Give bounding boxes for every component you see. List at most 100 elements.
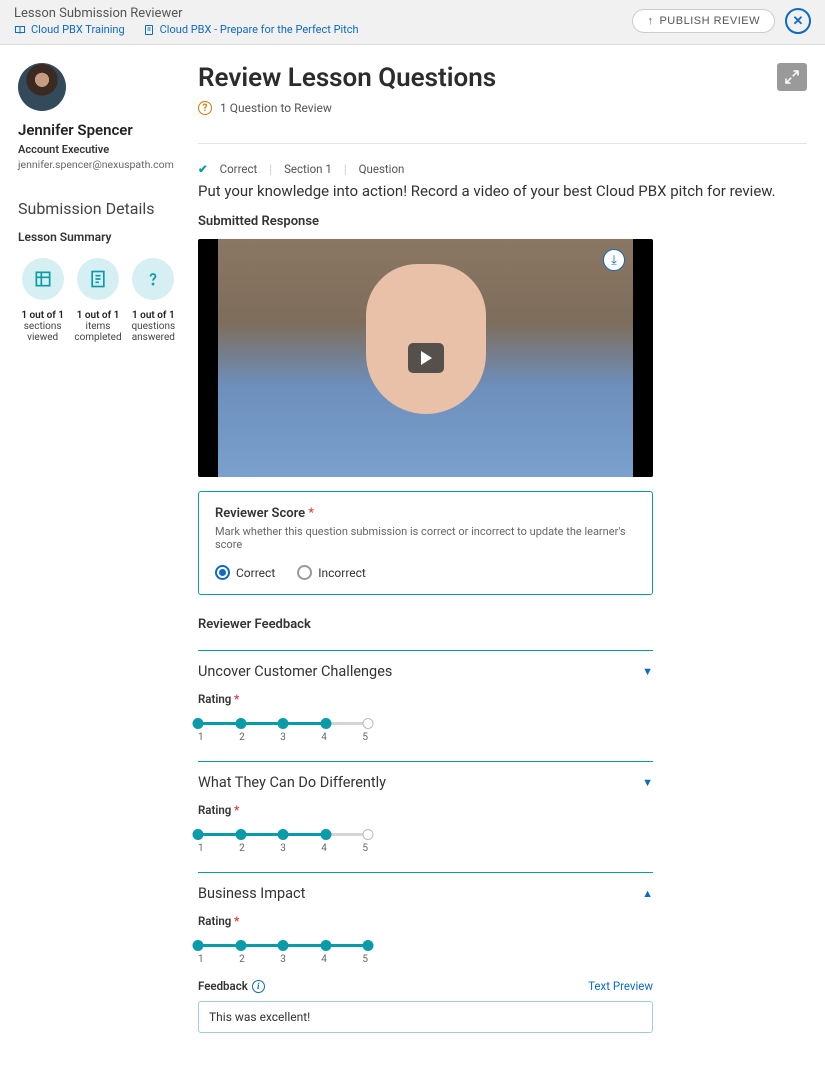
stat-label: completed [73,332,122,343]
radio-icon [297,565,312,580]
stat-label: answered [129,332,178,343]
info-icon[interactable]: i [252,980,265,993]
questions-to-review: ? 1 Question to Review [198,101,496,115]
feedback-label-text: Feedback [198,979,248,993]
tick-label: 3 [280,954,286,965]
tick-label: 1 [198,843,204,854]
download-button[interactable]: ⤓ [603,249,625,271]
feedback-label: Feedback i [198,979,265,993]
rating-dot[interactable] [363,829,374,840]
rating-dot[interactable] [235,829,246,840]
section-title: Business Impact [198,885,305,902]
stat-value: 1 out of 1 [73,310,122,321]
question-prompt: Put your knowledge into action! Record a… [198,182,807,200]
questions-icon [143,269,163,289]
tick-label: 5 [362,732,368,743]
tick-label: 1 [198,732,204,743]
radio-icon [215,565,230,580]
stat-items: 1 out of 1 items completed [73,258,122,343]
topbar: Lesson Submission Reviewer Cloud PBX Tra… [0,0,825,45]
feedback-section-header[interactable]: Business Impact ▲ [198,885,653,902]
learner-role: Account Executive [18,143,178,156]
stat-label: sections [18,321,67,332]
rating-slider[interactable] [198,940,368,950]
learner-name: Jennifer Spencer [18,121,178,139]
rating-slider[interactable] [198,829,368,839]
rating-label: Rating * [198,803,653,817]
book-icon [14,24,26,36]
publish-label: PUBLISH REVIEW [659,15,760,27]
breadcrumb-course-label: Cloud PBX Training [31,23,125,36]
feedback-section-header[interactable]: Uncover Customer Challenges▼ [198,663,653,680]
play-button[interactable] [408,343,444,373]
stat-sections: 1 out of 1 sections viewed [18,258,67,343]
document-icon [143,24,155,36]
rating-block: Rating *12345 [198,914,653,965]
feedback-section-header[interactable]: What They Can Do Differently▼ [198,774,653,791]
rating-dot[interactable] [278,829,289,840]
section-divider [198,650,653,651]
review-count-label: 1 Question to Review [220,101,332,115]
rating-dot[interactable] [278,718,289,729]
chevron-down-icon: ▼ [642,776,653,789]
section-divider [198,872,653,873]
items-icon [88,269,108,289]
chevron-down-icon: ▼ [642,665,653,678]
stat-label: viewed [18,332,67,343]
rating-dot[interactable] [235,718,246,729]
feedback-textarea[interactable]: This was excellent! [198,1001,653,1033]
radio-label: Correct [236,566,275,580]
tick-label: 4 [321,732,327,743]
rating-dot[interactable] [363,940,374,951]
tick-label: 3 [280,843,286,854]
tick-label: 1 [198,954,204,965]
app-title: Lesson Submission Reviewer [14,6,359,21]
tick-label: 5 [362,954,368,965]
rating-dot[interactable] [278,940,289,951]
breadcrumb-lesson[interactable]: Cloud PBX - Prepare for the Perfect Pitc… [143,23,359,36]
avatar [18,63,66,111]
rating-dot[interactable] [363,718,374,729]
radio-correct[interactable]: Correct [215,565,275,580]
main-content: Review Lesson Questions ? 1 Question to … [198,63,807,1033]
divider [198,143,807,144]
download-icon: ⤓ [611,253,617,268]
stat-label: questions [129,321,178,332]
rating-block: Rating * 12345 [198,803,653,854]
tag-question: Question [359,162,405,176]
feedback-row: Feedback i Text Preview [198,979,653,993]
rating-dot[interactable] [320,829,331,840]
question-tags: ✔ Correct | Section 1 | Question [198,162,807,176]
video-player[interactable]: ⤓ [198,239,653,477]
section-divider [198,761,653,762]
rating-dot[interactable] [235,940,246,951]
tick-label: 3 [280,732,286,743]
score-description: Mark whether this question submission is… [215,525,636,551]
reviewer-score-box: Reviewer Score * Mark whether this quest… [198,491,653,595]
rating-dot[interactable] [193,718,204,729]
publish-review-button[interactable]: ↑ PUBLISH REVIEW [632,9,775,33]
tick-label: 4 [321,954,327,965]
chevron-up-icon: ▲ [642,887,653,900]
rating-dot[interactable] [193,829,204,840]
rating-dot[interactable] [320,718,331,729]
sections-icon [33,269,53,289]
breadcrumb-lesson-label: Cloud PBX - Prepare for the Perfect Pitc… [160,23,359,36]
stat-value: 1 out of 1 [18,310,67,321]
rating-dot[interactable] [320,940,331,951]
submission-details-heading: Submission Details [18,199,178,218]
upload-icon: ↑ [647,15,653,27]
stat-label: items [73,321,122,332]
rating-ticks: 12345 [198,732,368,743]
text-preview-link[interactable]: Text Preview [588,979,653,993]
expand-button[interactable] [777,63,807,91]
radio-incorrect[interactable]: Incorrect [297,565,366,580]
tag-section: Section 1 [284,162,332,176]
rating-dot[interactable] [193,940,204,951]
rating-slider[interactable] [198,718,368,728]
rating-ticks: 12345 [198,843,368,854]
breadcrumb-course[interactable]: Cloud PBX Training [14,23,125,36]
tick-label: 5 [362,843,368,854]
close-button[interactable]: ✕ [785,8,811,34]
learner-email: jennifer.spencer@nexuspath.com [18,158,178,171]
